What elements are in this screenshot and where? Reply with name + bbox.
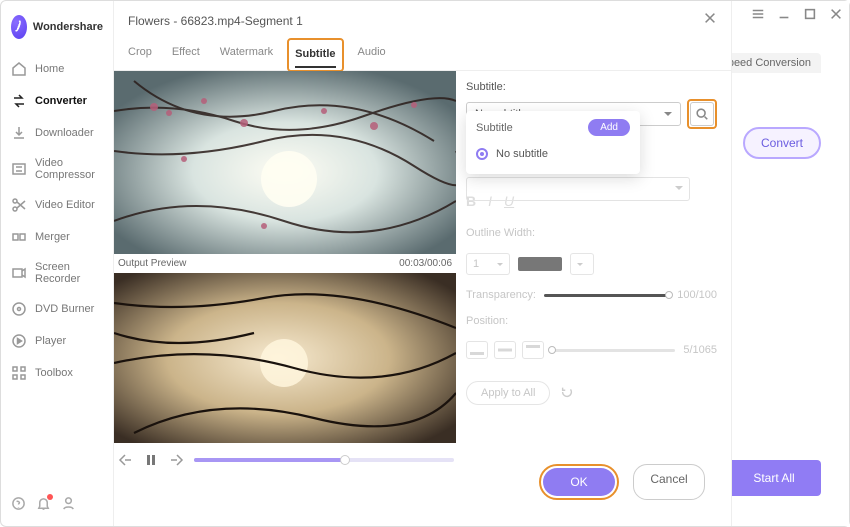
- nav: Home Converter Downloader Video Compress…: [1, 53, 113, 389]
- sidebar-item-compressor[interactable]: Video Compressor: [1, 149, 113, 189]
- sidebar-item-label: Home: [35, 63, 64, 75]
- next-button[interactable]: [168, 451, 186, 469]
- ok-button[interactable]: OK: [543, 468, 615, 496]
- help-icon[interactable]: [11, 496, 26, 516]
- subtitle-settings: Subtitle: No subtitle: [466, 71, 717, 526]
- prev-button[interactable]: [116, 451, 134, 469]
- sidebar-item-player[interactable]: Player: [1, 325, 113, 357]
- brand: Wondershare: [1, 7, 113, 53]
- disc-icon: [11, 301, 27, 317]
- sidebar: Wondershare Home Converter Downloader Vi…: [1, 1, 114, 526]
- subtitle-editor-dialog: Flowers - 66823.mp4-Segment 1 Crop Effec…: [114, 1, 732, 526]
- sidebar-item-downloader[interactable]: Downloader: [1, 117, 113, 149]
- sidebar-item-label: Video Editor: [35, 199, 95, 211]
- radio-icon: [476, 148, 488, 160]
- outline-width-select[interactable]: 1: [466, 253, 510, 275]
- main-area: Speed Conversion Convert Start All Flowe…: [114, 1, 849, 526]
- position-middle-button[interactable]: [494, 341, 516, 359]
- bell-icon[interactable]: [36, 496, 51, 516]
- subtitle-dropdown-popup: Subtitle Add No subtitle: [466, 111, 640, 174]
- ok-button-highlight: OK: [539, 464, 619, 500]
- preview-column: Output Preview 00:03/00:06: [114, 71, 456, 526]
- tab-subtitle-highlight: Subtitle: [287, 38, 343, 72]
- add-subtitle-button[interactable]: Add: [588, 119, 630, 136]
- sidebar-item-merger[interactable]: Merger: [1, 221, 113, 253]
- home-icon: [11, 61, 27, 77]
- sidebar-item-label: Screen Recorder: [35, 261, 103, 285]
- reset-icon[interactable]: [560, 385, 574, 402]
- sidebar-item-recorder[interactable]: Screen Recorder: [1, 253, 113, 293]
- progress-slider[interactable]: [194, 458, 454, 462]
- outline-color-select[interactable]: [570, 253, 594, 275]
- sidebar-item-label: Downloader: [35, 127, 94, 139]
- dialog-footer: OK Cancel: [539, 464, 705, 500]
- window-controls: [751, 7, 843, 26]
- scissors-icon: [11, 197, 27, 213]
- tab-subtitle[interactable]: Subtitle: [295, 42, 335, 68]
- sidebar-item-editor[interactable]: Video Editor: [1, 189, 113, 221]
- position-top-button[interactable]: [522, 341, 544, 359]
- search-subtitle-button[interactable]: [690, 102, 714, 126]
- merge-icon: [11, 229, 27, 245]
- font-select-disabled: [466, 177, 690, 201]
- subtitle-label: Subtitle:: [466, 81, 717, 93]
- search-subtitle-highlight: [687, 99, 717, 129]
- transparency-label: Transparency:: [466, 289, 536, 301]
- sidebar-item-label: Toolbox: [35, 367, 73, 379]
- outline-label: Outline Width:: [466, 227, 535, 239]
- transparency-slider[interactable]: [544, 294, 669, 297]
- cancel-button[interactable]: Cancel: [633, 464, 705, 500]
- position-slider[interactable]: [552, 349, 675, 352]
- subtitle-option-none[interactable]: No subtitle: [476, 144, 630, 164]
- outline-color-swatch[interactable]: [518, 257, 562, 271]
- chevron-down-icon: [664, 112, 672, 120]
- tab-audio[interactable]: Audio: [358, 40, 386, 70]
- outline-value: 1: [473, 258, 479, 270]
- play-icon: [11, 333, 27, 349]
- menu-icon[interactable]: [751, 7, 765, 26]
- tab-crop[interactable]: Crop: [128, 40, 152, 70]
- source-preview: [114, 71, 456, 254]
- grid-icon: [11, 365, 27, 381]
- output-preview-label: Output Preview: [118, 258, 186, 269]
- tab-effect[interactable]: Effect: [172, 40, 200, 70]
- dialog-close-button[interactable]: [703, 11, 717, 30]
- brand-logo: [11, 15, 27, 39]
- compress-icon: [11, 161, 27, 177]
- apply-to-all-button[interactable]: Apply to All: [466, 381, 550, 405]
- editor-tabs: Crop Effect Watermark Subtitle Audio: [114, 34, 731, 71]
- position-label: Position:: [466, 315, 508, 327]
- record-icon: [11, 265, 27, 281]
- minimize-icon[interactable]: [777, 7, 791, 26]
- sidebar-item-label: Converter: [35, 95, 87, 107]
- sidebar-item-converter[interactable]: Converter: [1, 85, 113, 117]
- output-preview: [114, 273, 456, 443]
- sidebar-item-home[interactable]: Home: [1, 53, 113, 85]
- subtitle-popup-title: Subtitle: [476, 122, 513, 134]
- maximize-icon[interactable]: [803, 7, 817, 26]
- position-value: 5/1065: [683, 344, 717, 356]
- subtitle-option-label: No subtitle: [496, 148, 548, 160]
- sidebar-item-toolbox[interactable]: Toolbox: [1, 357, 113, 389]
- timecode: 00:03/00:06: [399, 258, 452, 269]
- user-icon[interactable]: [61, 496, 76, 516]
- converter-icon: [11, 93, 27, 109]
- tab-watermark[interactable]: Watermark: [220, 40, 273, 70]
- brand-name: Wondershare: [33, 21, 103, 33]
- sidebar-item-label: Video Compressor: [35, 157, 103, 181]
- sidebar-bottom: [1, 486, 113, 526]
- transparency-value: 100/100: [677, 289, 717, 301]
- sidebar-item-dvd[interactable]: DVD Burner: [1, 293, 113, 325]
- close-icon[interactable]: [829, 7, 843, 26]
- playback-controls: [114, 443, 456, 469]
- convert-button[interactable]: Convert: [743, 127, 821, 159]
- sidebar-item-label: Merger: [35, 231, 70, 243]
- dialog-title: Flowers - 66823.mp4-Segment 1: [128, 14, 703, 28]
- sidebar-item-label: Player: [35, 335, 66, 347]
- sidebar-item-label: DVD Burner: [35, 303, 94, 315]
- start-all-button[interactable]: Start All: [727, 460, 821, 496]
- position-bottom-button[interactable]: [466, 341, 488, 359]
- pause-button[interactable]: [142, 451, 160, 469]
- download-icon: [11, 125, 27, 141]
